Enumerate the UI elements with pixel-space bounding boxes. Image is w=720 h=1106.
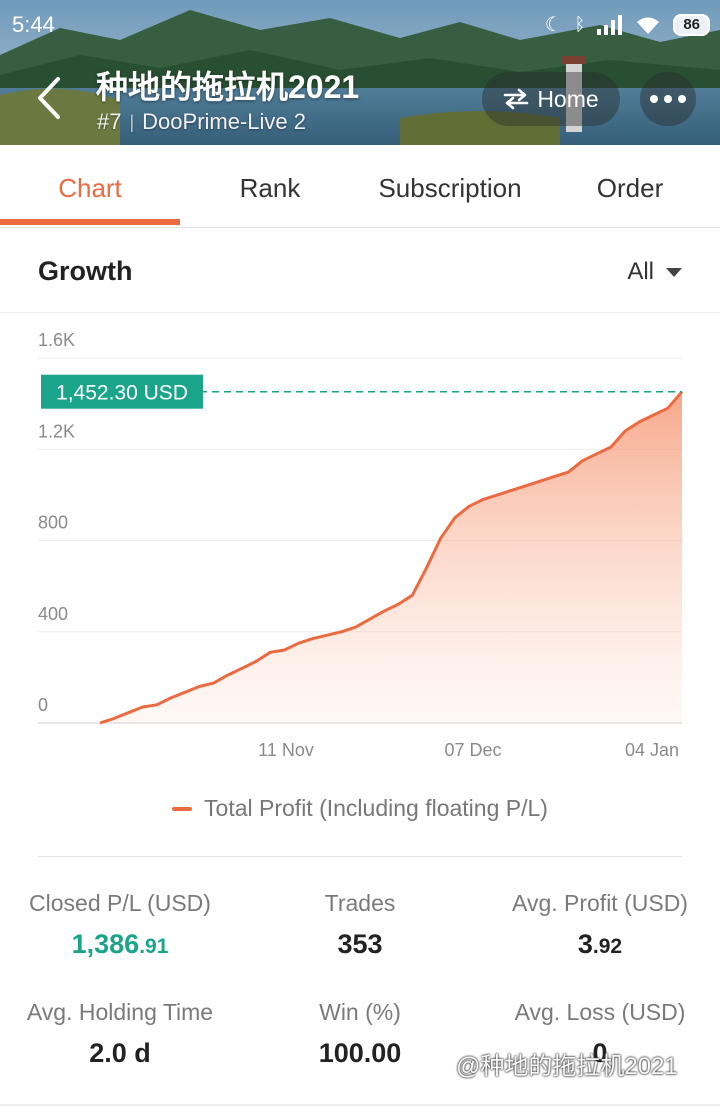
stat-label: Trades — [324, 890, 396, 916]
caret-down-icon — [666, 267, 682, 277]
tab-bar: Chart Rank Subscription Order — [0, 145, 720, 228]
stat-avg-holding-time: Avg. Holding Time 2.0 d — [0, 999, 240, 1069]
range-dropdown[interactable]: All — [627, 258, 682, 286]
stat-label: Win (%) — [319, 999, 401, 1025]
stat-avg-profit: Avg. Profit (USD) 3.92 — [480, 890, 720, 960]
growth-title: Growth — [38, 256, 133, 286]
server-label: DooPrime-Live 2 — [142, 109, 307, 134]
tab-order[interactable]: Order — [540, 145, 720, 228]
tab-chart[interactable]: Chart — [0, 145, 180, 228]
range-value: All — [627, 258, 654, 285]
rank-label: #7 — [97, 109, 122, 134]
home-label: Home — [537, 85, 599, 112]
more-dots-icon[interactable] — [640, 72, 696, 126]
stat-label: Avg. Loss (USD) — [514, 999, 686, 1025]
current-value-label: 1,452.30 USD — [56, 382, 188, 405]
stat-closed-pl: Closed P/L (USD) 1,386.91 — [0, 890, 240, 960]
growth-chart[interactable]: 0 400 800 1.2K 1.6K 11 Nov 07 Dec 04 Jan 1,452.3… — [0, 314, 720, 784]
stat-label: Avg. Holding Time — [26, 999, 214, 1025]
active-tab-indicator — [0, 219, 180, 225]
moon-icon: ☾ — [544, 14, 563, 36]
back-arrow-icon[interactable] — [30, 75, 70, 121]
signal-icon — [597, 14, 623, 35]
stat-value-int: 1,386 — [71, 929, 140, 959]
header: 5:44 ☾ ᛒ 86 种地的拖拉机2021 #7 | DooPrime-Liv… — [0, 0, 720, 145]
stat-label: Closed P/L (USD) — [29, 890, 211, 916]
series-area — [100, 391, 682, 723]
account-subtitle: #7 | DooPrime-Live 2 — [97, 109, 306, 135]
legend-label: Total Profit (Including floating P/L) — [204, 795, 548, 821]
stat-value-dec: .91 — [139, 935, 169, 958]
page-title: 种地的拖拉机2021 — [96, 69, 360, 105]
stat-value: 1,386.91 — [0, 929, 240, 960]
stat-value: 2.0 d — [89, 1038, 151, 1068]
status-icons: ☾ ᛒ 86 — [545, 12, 710, 37]
x-tick-label: 04 Jan — [625, 740, 679, 760]
bluetooth-icon: ᛒ — [574, 14, 586, 34]
watermark: @种地的拖拉机2021 — [456, 1053, 678, 1080]
x-tick-label: 11 Nov — [258, 740, 314, 760]
home-button[interactable]: Home — [482, 72, 620, 126]
swap-icon — [504, 88, 529, 110]
stat-label: Avg. Profit (USD) — [512, 890, 688, 916]
subtitle-separator: | — [129, 111, 135, 132]
stat-value: 3.92 — [480, 929, 720, 960]
growth-header: Growth All — [0, 228, 720, 313]
stat-trades: Trades 353 — [240, 890, 480, 960]
y-tick-label: 400 — [38, 604, 68, 624]
legend-swatch — [172, 806, 193, 811]
tab-rank[interactable]: Rank — [180, 145, 360, 228]
status-time: 5:44 — [12, 12, 55, 37]
stat-value: 100.00 — [318, 1038, 402, 1068]
y-tick-label: 1.6K — [38, 330, 75, 350]
chart-legend: Total Profit (Including floating P/L) — [0, 795, 720, 822]
stat-value-int: 3 — [577, 929, 593, 959]
divider — [38, 856, 682, 857]
y-tick-label: 1.2K — [38, 421, 75, 441]
x-tick-label: 07 Dec — [444, 740, 501, 760]
tab-subscription[interactable]: Subscription — [360, 145, 540, 228]
y-tick-label: 0 — [38, 695, 48, 715]
stat-value: 353 — [337, 929, 383, 959]
wifi-icon — [637, 17, 660, 34]
battery-indicator: 86 — [673, 13, 710, 36]
stat-value-dec: .92 — [592, 935, 623, 958]
stat-win: Win (%) 100.00 — [240, 999, 480, 1069]
y-tick-label: 800 — [38, 513, 68, 533]
